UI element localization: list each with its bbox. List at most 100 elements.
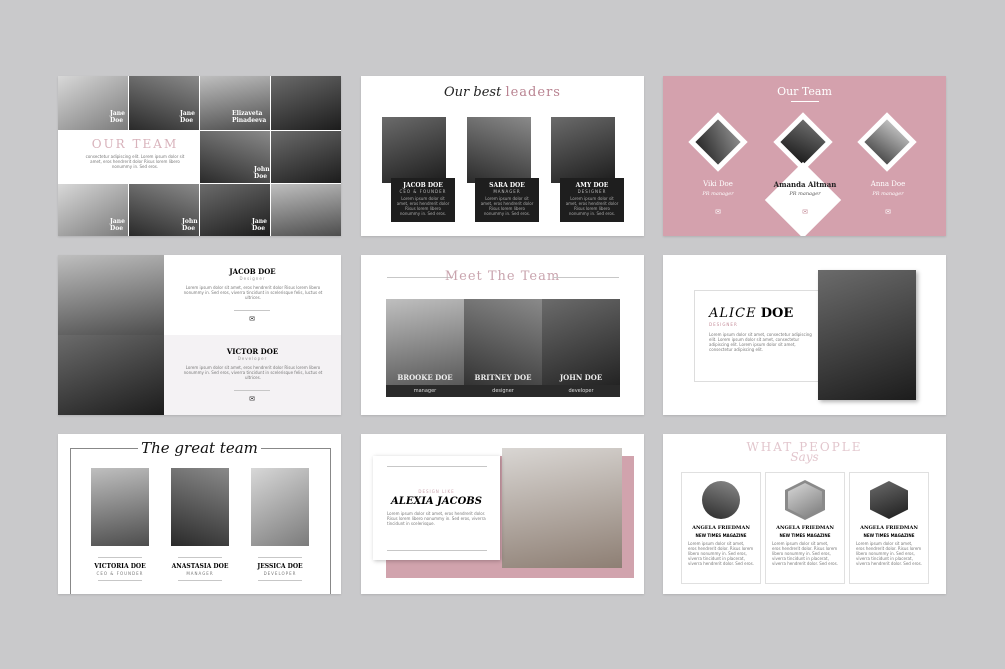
quote-body: Lorem ipsum dolor sit amet, eros hendrer… [856,541,922,566]
twitter-icon[interactable]: ✉ [710,208,726,216]
title-box: OUR TEAM consectetur adipiscing elit. Lo… [72,131,198,183]
person-role: PR manager [789,191,821,197]
person-role: Developer [237,356,268,361]
profile-name: ALICE DOE [709,306,793,321]
leader-card: SARA DOE MANAGER Lorem ipsum dolor sit a… [475,178,539,222]
divider [553,277,619,278]
photo [58,255,164,335]
quote-body: Lorem ipsum dolor sit amet, eros hendrer… [688,541,754,566]
profile-body: Lorem ipsum dolor sit amet, consectetur … [709,332,812,352]
reviewer-magazine: NEW TIMES MAGAZINE [779,533,831,538]
twitter-icon[interactable]: ✉ [244,315,260,323]
divider [178,580,222,581]
photo [695,119,741,165]
person-name: VICTORIA DOE [94,563,146,570]
leader-card: JACOB DOE CEO & FOUNDER Lorem ipsum dolo… [391,178,455,222]
role-bar: developer [542,385,620,397]
person-name: Amanda Altman [773,180,837,189]
photo [386,299,464,397]
slide-alexia-jacobs[interactable]: DESIGN LIKE ALEXIA JACOBS Lorem ipsum do… [361,434,644,594]
person-role: DEVELOPER [263,571,297,576]
slide-script: Says [790,450,819,464]
divider [234,390,270,391]
person-role: developer [568,388,594,394]
slide-team-profiles[interactable]: JACOB DOE Designer Lorem ipsum dolor sit… [58,255,341,415]
leader-body: Lorem ipsum dolor sit amet, eros hendrer… [565,196,619,216]
slide-body: consectetur adipiscing elit. Lorem ipsum… [85,154,185,169]
testimonial-card: ANGELA FRIEDMAN NEW TIMES MAGAZINE Lorem… [849,472,929,584]
quote-body: Lorem ipsum dolor sit amet, eros hendrer… [772,541,838,566]
avatar [870,481,908,519]
slide-title: Our Team [777,85,832,98]
reviewer-magazine: NEW TIMES MAGAZINE [863,533,915,538]
slide-title: The great team [138,439,261,457]
person-name: JACOB DOE [229,267,276,276]
divider [387,550,487,551]
reviewer-name: ANGELA FRIEDMAN [692,525,750,531]
twitter-icon[interactable]: ✉ [244,395,260,403]
twitter-icon[interactable]: ✉ [880,208,896,216]
slide-testimonials[interactable]: WHAT PEOPLE Says ANGELA FRIEDMAN NEW TIM… [663,434,946,594]
divider [387,466,487,467]
person-name: Elizaveta Pinadeeva [232,110,267,124]
photo [464,299,542,397]
testimonial-card: ANGELA FRIEDMAN NEW TIMES MAGAZINE Lorem… [681,472,761,584]
photo [271,131,341,183]
role-bar: manager [386,385,464,397]
photo [818,270,916,400]
slide-title: Our best leaders [361,85,644,100]
card-name: ALEXIA JACOBS [391,496,482,507]
diamond-frame [688,112,748,172]
slide-title: OUR TEAM [91,137,179,151]
person-name: JOHN DOE [559,373,603,382]
profile-role: DESIGNER [709,322,738,327]
title-part-accent: leaders [505,85,561,100]
person-role: manager [413,388,437,394]
first-name: ALICE [709,306,757,321]
person-name: JESSICA DOE [257,563,303,570]
slide-best-leaders[interactable]: Our best leaders JACOB DOE CEO & FOUNDER… [361,76,644,236]
photo [467,117,531,183]
photo [382,117,446,183]
photo [58,335,164,415]
slide-great-team[interactable]: The great team VICTORIA DOE CEO & FOUNDE… [58,434,341,594]
slide-our-team-grid[interactable]: OUR TEAM consectetur adipiscing elit. Lo… [58,76,341,236]
divider [178,557,222,558]
person-name: BRITNEY DOE [474,373,532,382]
photo [251,468,309,546]
divider [98,557,142,558]
leader-name: SARA DOE [489,182,525,189]
photo [271,76,341,130]
person-name: Jane Doe [252,218,267,232]
divider [791,101,819,102]
reviewer-magazine: NEW TIMES MAGAZINE [695,533,747,538]
twitter-icon[interactable]: ✉ [797,208,813,216]
leader-body: Lorem ipsum dolor sit amet, eros hendrer… [396,196,450,216]
person-name: Anna Doe [870,180,906,188]
person-name: Viki Doe [703,180,733,188]
person-name: BROOKE DOE [397,373,453,382]
person-role: MANAGER [186,571,214,576]
testimonial-card: ANGELA FRIEDMAN NEW TIMES MAGAZINE Lorem… [765,472,845,584]
photo [271,184,341,236]
leader-name: JACOB DOE [403,182,443,189]
photo [864,119,910,165]
divider [98,580,142,581]
slide-alice-doe[interactable]: ALICE DOE DESIGNER Lorem ipsum dolor sit… [663,255,946,415]
leader-role: CEO & FOUNDER [399,189,447,194]
slide-meet-the-team[interactable]: Meet The Team BROOKE DOE manager BRITNEY… [361,255,644,415]
person-name: Jane Doe [110,110,125,124]
divider [258,557,302,558]
slide-our-team-pink[interactable]: Our Team Viki Doe PR manager ✉ Amanda Al… [663,76,946,236]
avatar [702,481,740,519]
diamond-frame [857,112,917,172]
last-name: DOE [760,306,794,321]
card-body: Lorem ipsum dolor sit amet, eros hendrer… [387,511,486,526]
person-body: Lorem ipsum dolor sit amet, eros hendrer… [183,285,323,300]
person-name: VICTOR DOE [226,347,279,356]
photo [542,299,620,397]
photo [551,117,615,183]
person-role: Designer [239,276,266,281]
person-role: PR manager [872,191,904,197]
leader-name: AMY DOE [575,182,609,189]
